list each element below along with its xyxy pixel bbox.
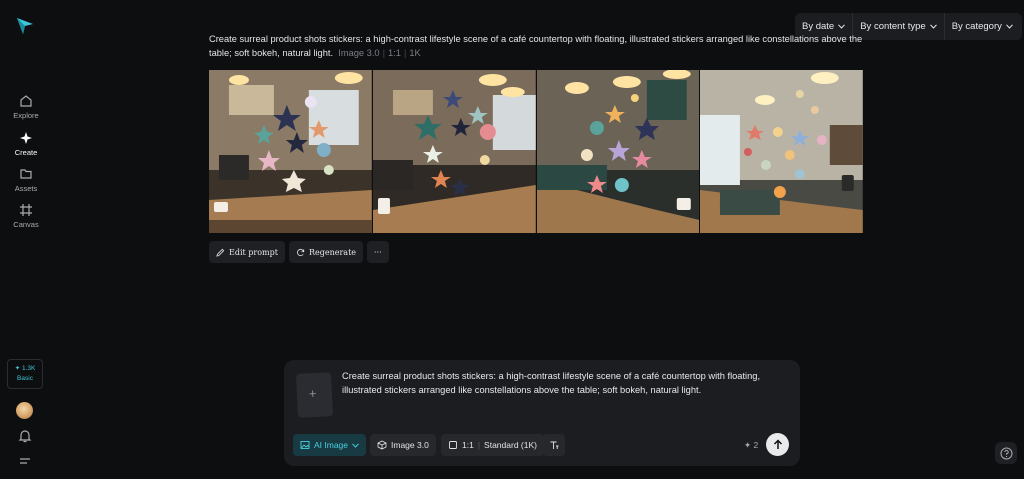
prompt-text: Create surreal product shots stickers: a…: [209, 34, 863, 58]
sidebar: Explore Create Assets Canvas ✦ 1.3K Basi…: [0, 0, 52, 479]
generation-cost: ✦ 2: [744, 440, 759, 450]
chevron-down-icon: [352, 442, 359, 448]
model-selector[interactable]: Image 3.0: [370, 434, 436, 456]
help-button[interactable]: [995, 442, 1017, 464]
edit-prompt-label: Edit prompt: [229, 247, 278, 257]
generated-image[interactable]: [700, 70, 863, 233]
chevron-down-icon: [1006, 24, 1013, 29]
canvas-icon: [20, 204, 32, 216]
home-icon: [20, 95, 32, 107]
folder-icon: [20, 169, 32, 179]
mode-label: AI Image: [314, 440, 349, 450]
model-label: Image 3.0: [391, 440, 429, 450]
prompt-composer: + Create surreal product shots stickers:…: [284, 360, 800, 466]
reference-image-upload[interactable]: +: [295, 372, 334, 418]
credits-plan: Basic: [17, 375, 33, 382]
sidebar-item-canvas[interactable]: Canvas: [0, 203, 52, 229]
quality-label: Standard (1K): [484, 440, 537, 450]
image-gallery: [209, 70, 863, 233]
refresh-icon: [297, 248, 305, 256]
credits-badge[interactable]: ✦ 1.3K Basic: [7, 359, 43, 389]
divider: |: [477, 440, 481, 450]
meta-resolution: 1K: [409, 47, 421, 58]
chevron-down-icon: [838, 24, 846, 29]
sparkle-icon: [20, 132, 32, 144]
edit-prompt-button[interactable]: Edit prompt: [209, 241, 285, 263]
regenerate-label: Regenerate: [308, 247, 357, 257]
filter-label: By date: [802, 21, 835, 32]
generated-image[interactable]: [209, 70, 372, 233]
generation-meta: Image 3.0 | 1:1 | 1K: [338, 47, 421, 58]
meta-model: Image 3.0: [338, 47, 380, 58]
sidebar-item-create[interactable]: Create: [0, 131, 52, 157]
plus-icon: +: [308, 385, 317, 402]
sidebar-item-label: Assets: [14, 184, 38, 193]
ratio-label: 1:1: [462, 440, 474, 450]
sidebar-item-explore[interactable]: Explore: [0, 94, 52, 120]
help-icon: [1000, 447, 1012, 459]
more-options-button[interactable]: ···: [367, 241, 389, 263]
meta-ratio: 1:1: [388, 47, 401, 58]
text-format-icon: [550, 441, 559, 449]
generation-prompt: Create surreal product shots stickers: a…: [209, 33, 869, 60]
chevron-down-icon: [929, 24, 937, 29]
image-icon: [300, 441, 310, 449]
regenerate-button[interactable]: Regenerate: [288, 241, 364, 263]
prompt-input[interactable]: Create surreal product shots stickers: a…: [342, 370, 778, 397]
filter-by-category[interactable]: By category: [943, 13, 1020, 40]
sidebar-item-assets[interactable]: Assets: [0, 167, 52, 193]
sidebar-item-label: Explore: [13, 111, 39, 120]
edit-icon: [216, 248, 225, 257]
cube-icon: [377, 440, 387, 450]
sidebar-item-label: Canvas: [13, 220, 39, 229]
bell-icon[interactable]: [17, 428, 33, 444]
aspect-ratio-icon: [449, 441, 457, 449]
send-button[interactable]: [766, 433, 789, 456]
filter-label: By content type: [860, 21, 926, 32]
image-actions: Edit prompt Regenerate ···: [209, 241, 389, 263]
filter-label: By category: [951, 21, 1002, 32]
app-logo-icon[interactable]: [15, 16, 35, 36]
avatar[interactable]: [16, 402, 33, 419]
arrow-up-icon: [773, 439, 782, 449]
menu-icon[interactable]: [17, 453, 33, 469]
more-icon: ···: [374, 247, 382, 257]
generated-image[interactable]: [372, 70, 536, 233]
settings-selector[interactable]: 1:1 | Standard (1K): [441, 434, 544, 456]
generated-image[interactable]: [536, 70, 700, 233]
sidebar-item-label: Create: [14, 148, 38, 157]
credits-amount: ✦ 1.3K: [14, 365, 36, 372]
text-style-button[interactable]: [543, 434, 565, 456]
mode-selector[interactable]: AI Image: [293, 434, 367, 456]
